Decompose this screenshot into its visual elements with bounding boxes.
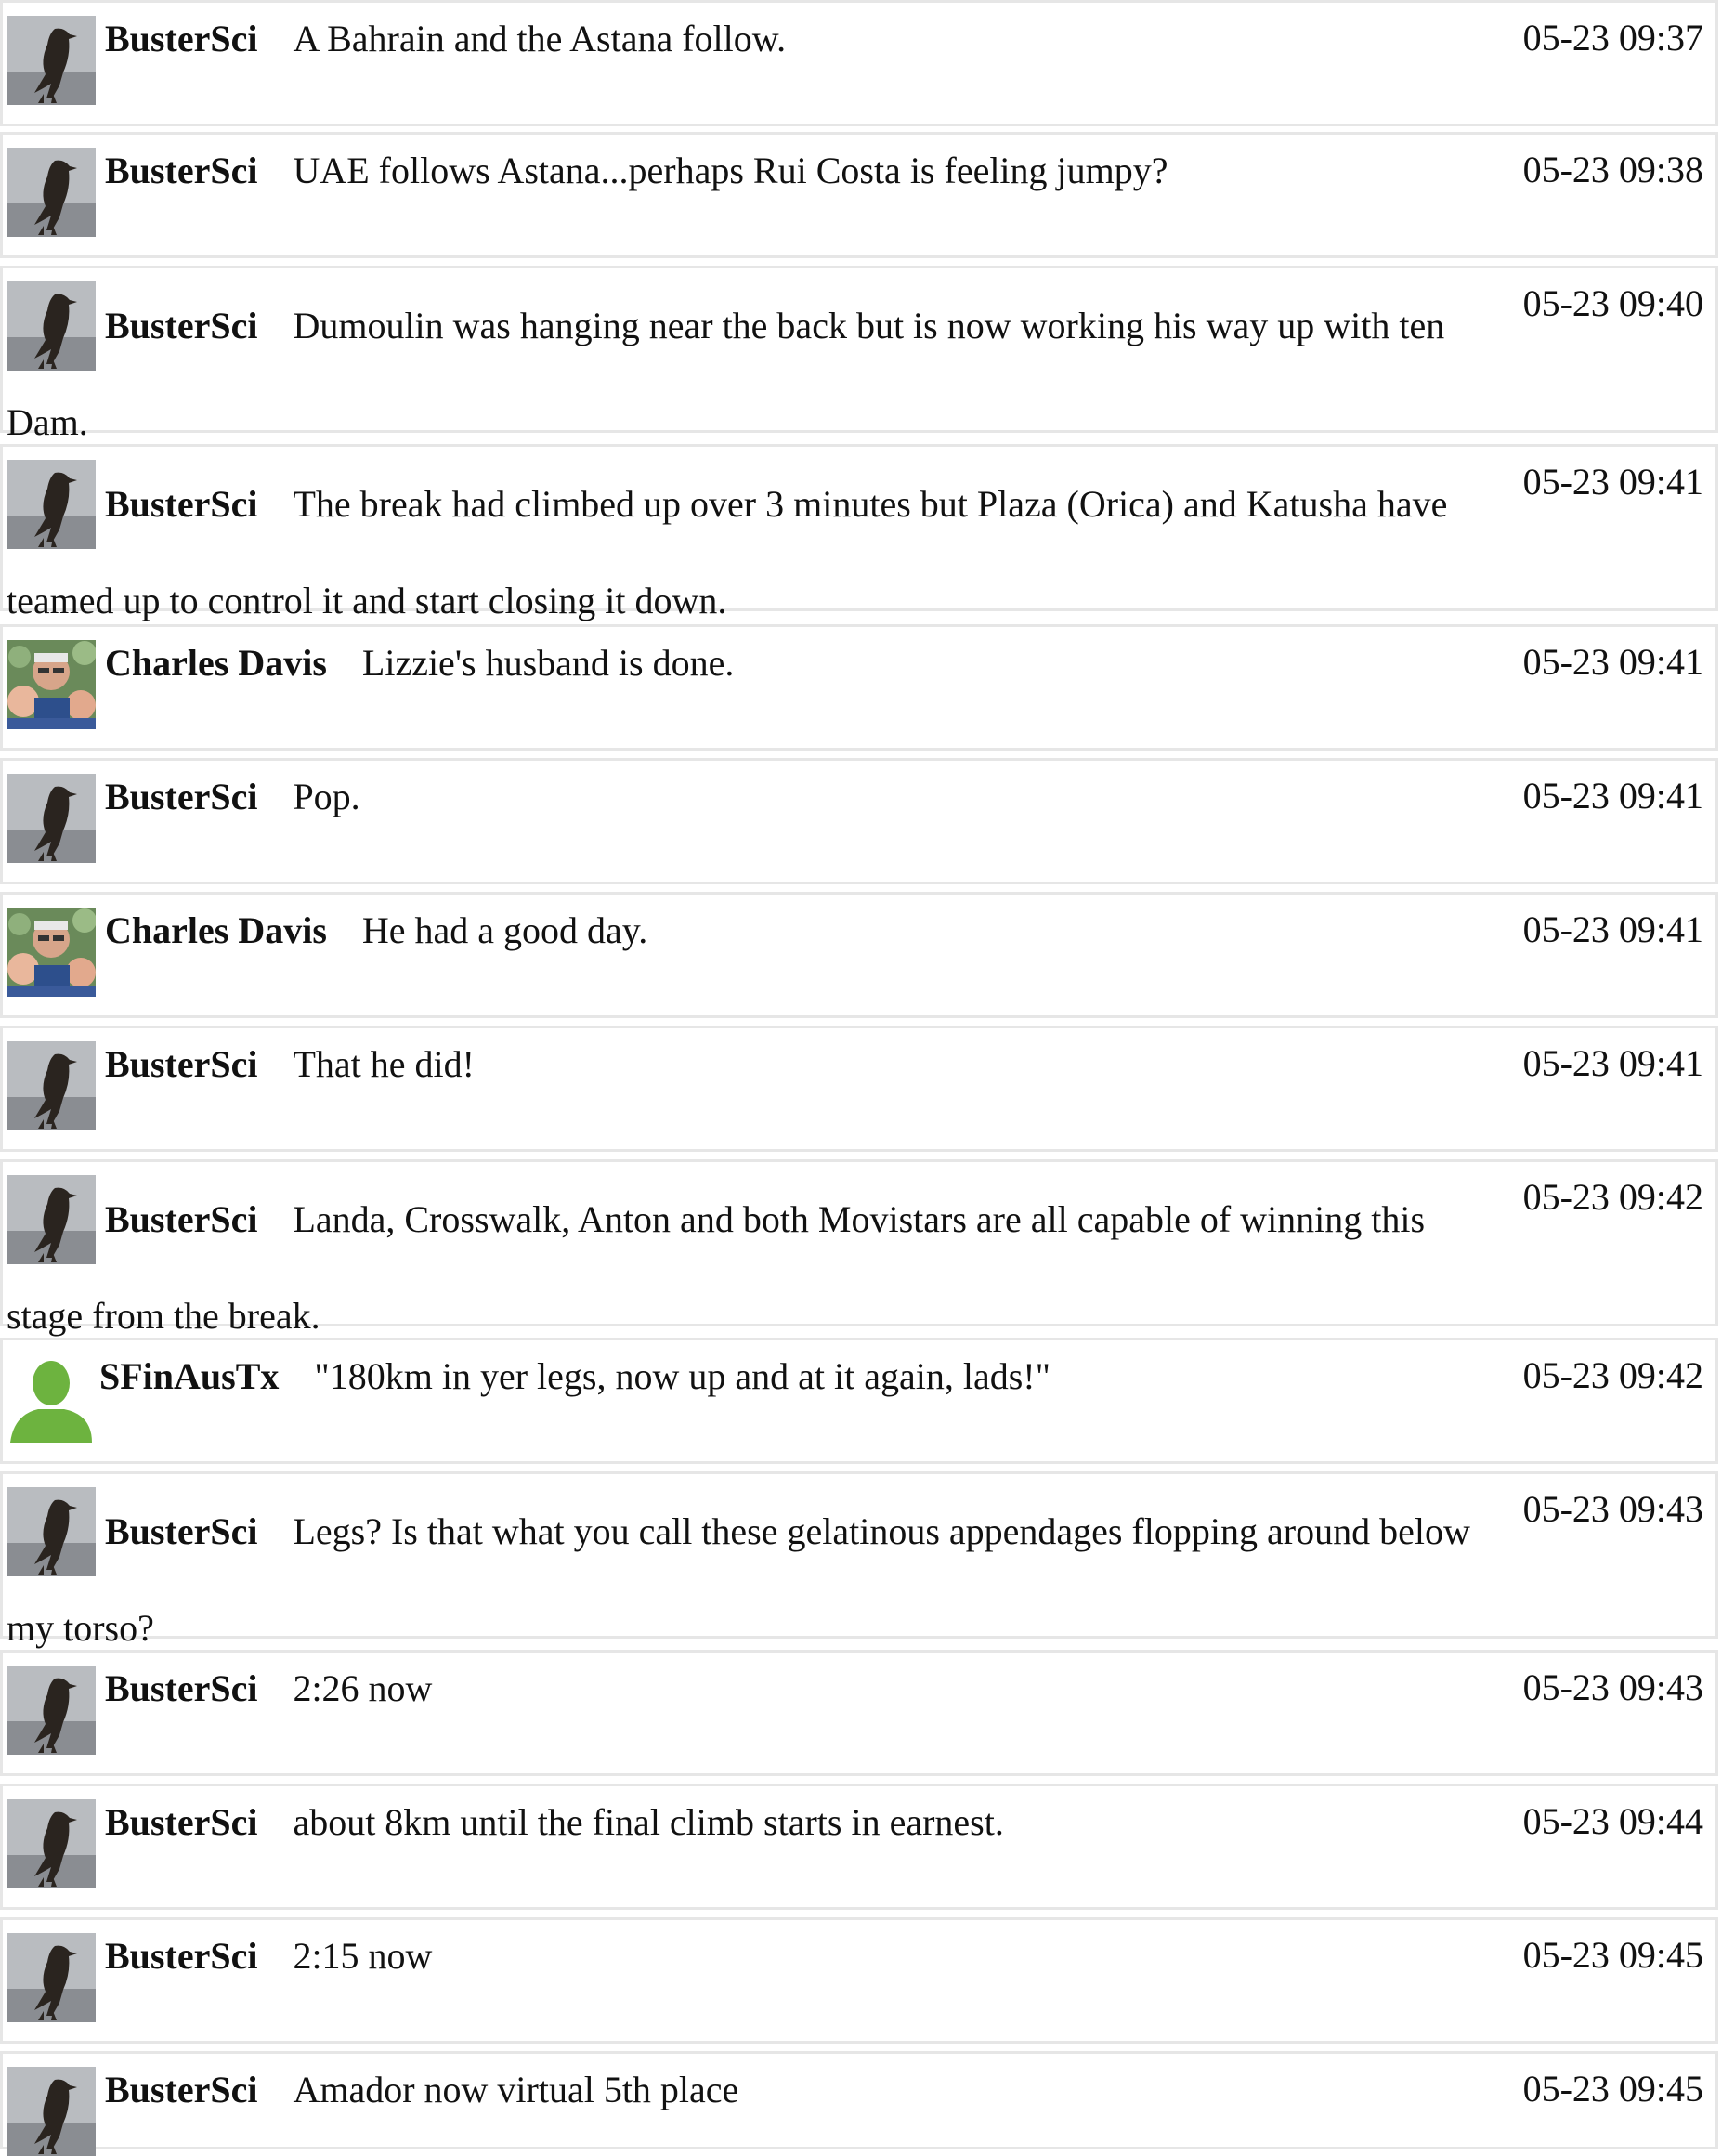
username[interactable]: BusterSci — [105, 1801, 257, 1843]
message-body: BusterSci A Bahrain and the Astana follow… — [7, 12, 1501, 66]
message-timestamp: 05-23 09:45 — [1522, 1934, 1703, 1976]
message-timestamp: 05-23 09:41 — [1522, 775, 1703, 817]
message-timestamp: 05-23 09:42 — [1522, 1354, 1703, 1396]
message-timestamp: 05-23 09:38 — [1522, 149, 1703, 190]
message-timestamp: 05-23 09:43 — [1522, 1666, 1703, 1708]
message-text: Lizzie's husband is done. — [361, 642, 735, 684]
message-text: Amador now virtual 5th place — [293, 2069, 739, 2110]
username[interactable]: BusterSci — [105, 1935, 257, 1977]
message-timestamp: 05-23 09:43 — [1522, 1488, 1703, 1530]
username[interactable]: BusterSci — [105, 18, 257, 59]
message-timestamp: 05-23 09:37 — [1522, 17, 1703, 59]
message-body: BusterSci Dumoulin was hanging near the b… — [7, 278, 1501, 471]
username[interactable]: Charles Davis — [105, 909, 327, 951]
message-body: BusterSci 2:15 now — [7, 1929, 1501, 1983]
message-text: A Bahrain and the Astana follow. — [293, 18, 787, 59]
chat-message: BusterSci Pop. 05-23 09:41 — [0, 758, 1718, 884]
username[interactable]: SFinAusTx — [99, 1355, 279, 1397]
chat-message: BusterSci A Bahrain and the Astana follow… — [0, 0, 1718, 126]
message-body: BusterSci Landa, Crosswalk, Anton and bot… — [7, 1171, 1501, 1365]
message-timestamp: 05-23 09:40 — [1522, 282, 1703, 324]
message-timestamp: 05-23 09:45 — [1522, 2068, 1703, 2110]
message-timestamp: 05-23 09:41 — [1522, 908, 1703, 950]
message-timestamp: 05-23 09:41 — [1522, 1042, 1703, 1084]
message-body: Charles Davis He had a good day. — [7, 904, 1501, 958]
message-body: BusterSci Pop. — [7, 770, 1501, 824]
message-body: BusterSci UAE follows Astana...perhaps Ru… — [7, 144, 1501, 198]
message-body: BusterSci The break had climbed up over 3… — [7, 456, 1501, 649]
message-timestamp: 05-23 09:42 — [1522, 1176, 1703, 1218]
message-text: He had a good day. — [361, 909, 648, 951]
message-text: "180km in yer legs, now up and at it aga… — [314, 1355, 1050, 1397]
message-body: Charles Davis Lizzie's husband is done. — [7, 636, 1501, 690]
chat-message: BusterSci 2:15 now 05-23 09:45 — [0, 1917, 1718, 2044]
chat-message: BusterSci Amador now virtual 5th place 05-… — [0, 2051, 1718, 2156]
chat-message: BusterSci Dumoulin was hanging near the b… — [0, 266, 1718, 443]
chat-message: Charles Davis Lizzie's husband is done. 05… — [0, 624, 1718, 751]
username[interactable]: BusterSci — [105, 2069, 257, 2110]
message-timestamp: 05-23 09:41 — [1522, 461, 1703, 503]
message-text: That he did! — [293, 1043, 475, 1085]
message-text: about 8km until the final climb starts i… — [293, 1801, 1004, 1843]
message-text: 2:26 now — [293, 1667, 433, 1709]
chat-message: BusterSci That he did! 05-23 09:41 — [0, 1026, 1718, 1152]
chat-message: BusterSci 2:26 now 05-23 09:43 — [0, 1650, 1718, 1776]
message-text: 2:15 now — [293, 1935, 433, 1977]
chat-message: BusterSci The break had climbed up over 3… — [0, 444, 1718, 621]
chat-message: BusterSci about 8km until the final climb… — [0, 1784, 1718, 1910]
message-body: BusterSci Legs? Is that what you call the… — [7, 1483, 1501, 1677]
message-body: BusterSci Amador now virtual 5th place — [7, 2063, 1501, 2117]
message-body: BusterSci 2:26 now — [7, 1662, 1501, 1716]
chat-message: BusterSci Legs? Is that what you call the… — [0, 1471, 1718, 1649]
username[interactable]: BusterSci — [105, 1667, 257, 1709]
username[interactable]: BusterSci — [105, 483, 257, 525]
username[interactable]: BusterSci — [105, 1043, 257, 1085]
message-text: UAE follows Astana...perhaps Rui Costa i… — [293, 150, 1168, 191]
username[interactable]: BusterSci — [105, 150, 257, 191]
username[interactable]: BusterSci — [105, 305, 257, 346]
username[interactable]: BusterSci — [105, 776, 257, 817]
chat-message: BusterSci UAE follows Astana...perhaps Ru… — [0, 132, 1718, 258]
message-timestamp: 05-23 09:44 — [1522, 1800, 1703, 1842]
chat-message: SFinAusTx "180km in yer legs, now up and … — [0, 1338, 1718, 1464]
chat-message: BusterSci Landa, Crosswalk, Anton and bot… — [0, 1159, 1718, 1337]
username[interactable]: BusterSci — [105, 1510, 257, 1552]
username[interactable]: BusterSci — [105, 1198, 257, 1240]
message-text: Pop. — [293, 776, 360, 817]
message-body: BusterSci about 8km until the final climb… — [7, 1796, 1501, 1849]
message-timestamp: 05-23 09:41 — [1522, 641, 1703, 683]
message-body: SFinAusTx "180km in yer legs, now up and … — [7, 1350, 1501, 1404]
message-body: BusterSci That he did! — [7, 1038, 1501, 1091]
username[interactable]: Charles Davis — [105, 642, 327, 684]
chat-message: Charles Davis He had a good day. 05-23 09:… — [0, 892, 1718, 1018]
